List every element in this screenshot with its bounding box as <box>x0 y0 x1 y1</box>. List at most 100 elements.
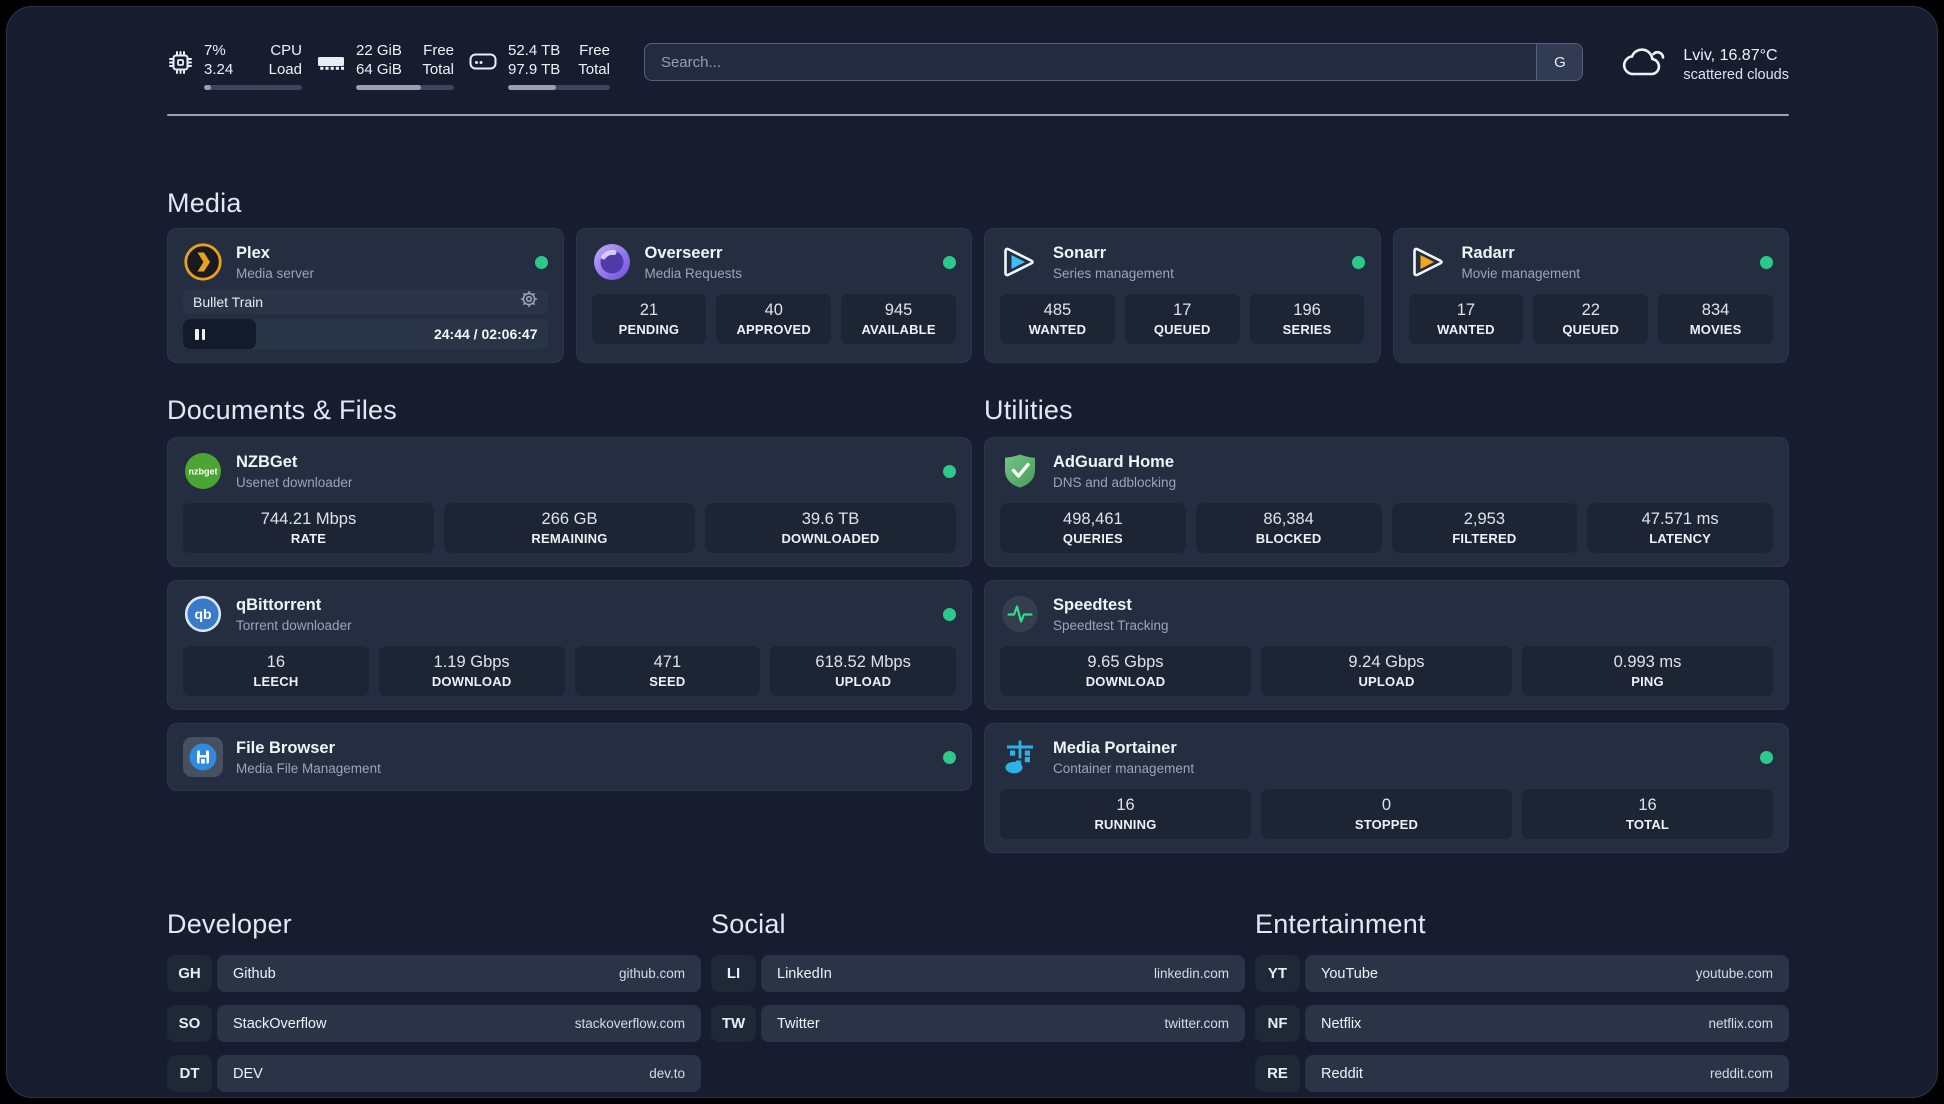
overseerr-icon <box>592 242 632 282</box>
section-social: Social LI LinkedIn linkedin.com TW Twitt… <box>711 909 1245 1092</box>
card-subtitle: Series management <box>1053 265 1174 281</box>
storage-values: 52.4 TB 97.9 TB <box>508 42 561 78</box>
filebrowser-icon <box>183 737 223 777</box>
section-title-developer: Developer <box>167 909 292 939</box>
stat-box: 0 STOPPED <box>1261 789 1512 839</box>
status-dot <box>943 464 956 478</box>
link-name: Netflix <box>1321 1015 1362 1032</box>
card-subtitle: Torrent downloader <box>236 617 352 633</box>
stat-box: 471 SEED <box>574 646 761 696</box>
weather-widget: Lviv, 16.87°C scattered clouds <box>1621 41 1789 89</box>
card-title: Media Portainer <box>1053 738 1177 757</box>
nzbget-icon: nzbget <box>183 451 223 491</box>
sonarr-card[interactable]: Sonarr Series management 485 WANTED 17 Q… <box>984 228 1381 363</box>
card-subtitle: Speedtest Tracking <box>1053 617 1169 633</box>
card-subtitle: Media server <box>236 265 315 281</box>
link-abbr: LI <box>711 955 756 992</box>
qbittorrent-card[interactable]: qb qBittorrent Torrent downloader 16 LEE… <box>167 580 972 710</box>
dashboard-window: 7% 3.24 CPU Load 22 GiB 64 GiB Free Tota… <box>6 6 1938 1098</box>
adguard-icon <box>1000 451 1040 491</box>
portainer-card[interactable]: Media Portainer Container management 16 … <box>984 723 1789 853</box>
storage-icon <box>468 41 498 83</box>
stat-box: 40 APPROVED <box>716 294 832 344</box>
stat-box: 0.993 ms PING <box>1522 646 1773 696</box>
dashboard-content: 7% 3.24 CPU Load 22 GiB 64 GiB Free Tota… <box>7 7 1937 1097</box>
card-title: NZBGet <box>236 452 298 471</box>
memory-stat: 22 GiB 64 GiB Free Total <box>316 41 454 90</box>
card-title: qBittorrent <box>236 595 322 614</box>
link-name: Github <box>233 965 276 982</box>
plex-now-playing: Bullet Train 24:44 / 02:06:47 <box>183 289 548 349</box>
link-name: StackOverflow <box>233 1015 327 1032</box>
stat-box: 498,461 QUERIES <box>1000 503 1186 553</box>
playback-progress-bar: 24:44 / 02:06:47 <box>183 319 548 349</box>
overseerr-card[interactable]: Overseerr Media Requests 21 PENDING 40 A… <box>575 228 972 363</box>
cpu-icon <box>167 41 194 83</box>
section-utilities: Utilities AdGuard Home DNS and adblockin… <box>984 395 1789 853</box>
memory-icon <box>316 41 346 83</box>
stat-box: 744.21 Mbps RATE <box>183 503 434 553</box>
card-title: File Browser <box>236 738 336 757</box>
link-url: github.com <box>618 966 685 981</box>
link-url: netflix.com <box>1708 1016 1773 1031</box>
memory-labels: Free Total <box>422 42 454 78</box>
radarr-card[interactable]: Radarr Movie management 17 WANTED 22 QUE… <box>1392 228 1789 363</box>
link-name: DEV <box>233 1065 263 1082</box>
link-twitter[interactable]: TW Twitter twitter.com <box>711 1005 1245 1042</box>
now-playing-title: Bullet Train <box>193 293 264 310</box>
filebrowser-card[interactable]: File Browser Media File Management <box>167 723 972 791</box>
search-bar[interactable]: G <box>643 43 1584 81</box>
link-reddit[interactable]: RE Reddit reddit.com <box>1255 1055 1789 1092</box>
link-abbr: SO <box>167 1005 212 1042</box>
stat-box: 266 GB REMAINING <box>444 503 695 553</box>
link-url: twitter.com <box>1164 1016 1229 1031</box>
section-title-utilities: Utilities <box>984 395 1073 425</box>
memory-values: 22 GiB 64 GiB <box>356 42 402 78</box>
portainer-icon <box>1000 737 1040 777</box>
header-divider <box>167 114 1789 116</box>
link-stackoverflow[interactable]: SO StackOverflow stackoverflow.com <box>167 1005 701 1042</box>
svg-text:qb: qb <box>194 606 211 622</box>
settings-icon[interactable] <box>520 290 538 313</box>
section-title-media: Media <box>167 188 242 218</box>
link-url: linkedin.com <box>1153 966 1229 981</box>
radarr-icon <box>1409 242 1449 282</box>
link-dev[interactable]: DT DEV dev.to <box>167 1055 701 1092</box>
card-subtitle: Media File Management <box>236 760 381 776</box>
section-title-documents: Documents & Files <box>167 395 397 425</box>
cpu-stat: 7% 3.24 CPU Load <box>167 41 302 90</box>
stat-box: 47.571 ms LATENCY <box>1587 503 1773 553</box>
status-dot <box>943 607 956 621</box>
link-abbr: DT <box>167 1055 212 1092</box>
search-engine-button[interactable]: G <box>1536 44 1583 80</box>
card-subtitle: Media Requests <box>644 265 743 281</box>
stat-box: 17 QUEUED <box>1124 294 1240 344</box>
section-media: Media Plex Media server Bullet Train 24:… <box>167 188 1789 363</box>
stat-box: 86,384 BLOCKED <box>1195 503 1382 553</box>
search-input[interactable] <box>644 44 1537 80</box>
pause-icon <box>195 328 205 340</box>
stat-box: 39.6 TB DOWNLOADED <box>705 503 956 553</box>
card-subtitle: Movie management <box>1461 265 1581 281</box>
link-url: reddit.com <box>1709 1066 1773 1081</box>
stat-box: 485 WANTED <box>1000 294 1115 344</box>
link-netflix[interactable]: NF Netflix netflix.com <box>1255 1005 1789 1042</box>
stat-box: 834 MOVIES <box>1658 294 1773 344</box>
card-title: Radarr <box>1461 243 1515 262</box>
card-title: Plex <box>236 243 270 262</box>
link-name: YouTube <box>1321 965 1378 982</box>
link-youtube[interactable]: YT YouTube youtube.com <box>1255 955 1789 992</box>
link-github[interactable]: GH Github github.com <box>167 955 701 992</box>
section-title-social: Social <box>711 909 786 939</box>
qbittorrent-icon: qb <box>183 594 223 634</box>
plex-card[interactable]: Plex Media server Bullet Train 24:44 / 0… <box>167 228 564 363</box>
nzbget-card[interactable]: nzbget NZBGet Usenet downloader 744.21 M… <box>167 437 972 567</box>
svg-text:nzbget: nzbget <box>189 467 218 477</box>
link-linkedin[interactable]: LI LinkedIn linkedin.com <box>711 955 1245 992</box>
section-entertainment: Entertainment YT YouTube youtube.com NF … <box>1255 909 1789 1092</box>
adguard-card[interactable]: AdGuard Home DNS and adblocking 498,461 … <box>984 437 1789 567</box>
stat-box: 9.24 Gbps UPLOAD <box>1261 646 1512 696</box>
card-title: Sonarr <box>1053 243 1107 262</box>
speedtest-card[interactable]: Speedtest Speedtest Tracking 9.65 Gbps D… <box>984 580 1789 710</box>
card-subtitle: Usenet downloader <box>236 474 353 490</box>
